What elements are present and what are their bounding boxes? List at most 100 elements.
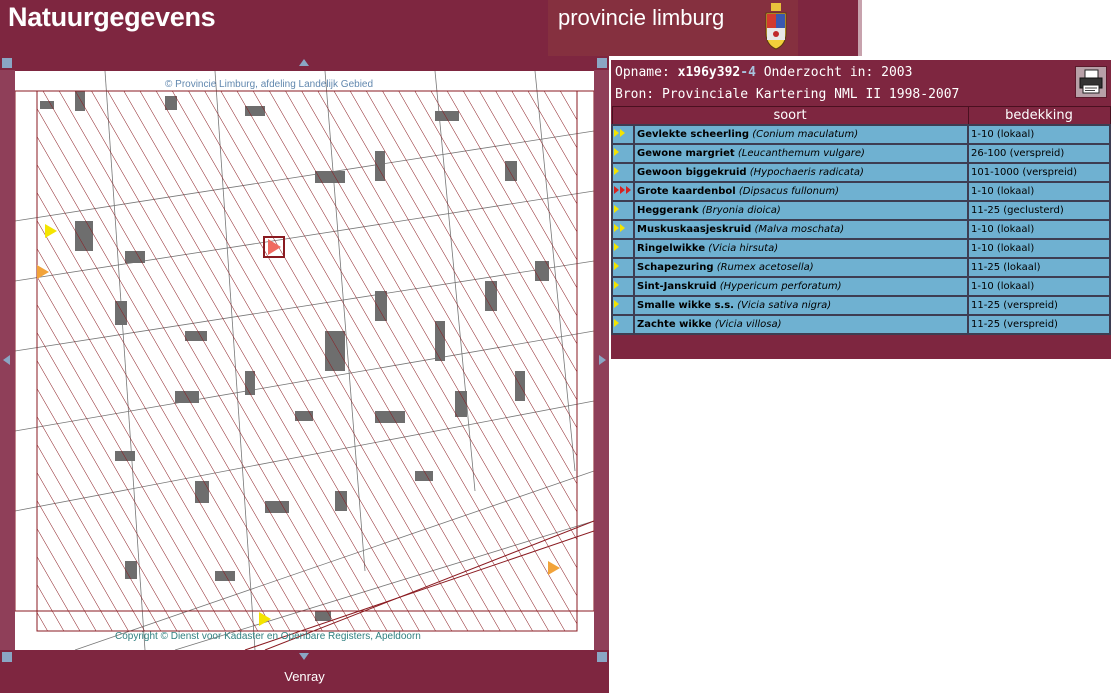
map-top-bar	[0, 56, 609, 70]
coverage-cell: 11-25 (geclusterd)	[967, 200, 1111, 221]
rarity-arrow-icon	[613, 223, 625, 235]
rarity-marker	[611, 181, 635, 202]
rarity-arrow-icon	[613, 204, 619, 216]
table-row[interactable]: Muskuskaasjeskruid (Malva moschata) 1-10 …	[611, 219, 1111, 240]
print-button[interactable]	[1075, 66, 1107, 98]
species-name-cell: Zachte wikke (Vicia villosa)	[633, 314, 969, 335]
species-name-cell: Gewoon biggekruid (Hypochaeris radicata)	[633, 162, 969, 183]
pan-up-icon[interactable]	[299, 59, 309, 66]
species-common-name: Grote kaardenbol	[637, 186, 736, 197]
onderzocht-year: 2003	[881, 65, 913, 80]
species-common-name: Gevlekte scheerling	[637, 129, 750, 140]
species-common-name: Heggerank	[637, 205, 699, 216]
rarity-arrow-icon	[613, 166, 619, 178]
rarity-marker	[611, 143, 635, 164]
species-name-cell: Ringelwikke (Vicia hirsuta)	[633, 238, 969, 259]
zoom-corner-icon[interactable]	[2, 652, 12, 662]
rarity-arrow-icon	[613, 318, 619, 330]
rarity-arrow-icon	[613, 261, 619, 273]
pan-right-icon[interactable]	[599, 355, 606, 365]
species-table-body: Gevlekte scheerling (Conium maculatum) 1-…	[611, 124, 1111, 335]
species-latin-name: (Leucanthemum vulgare)	[737, 148, 865, 159]
species-common-name: Zachte wikke	[637, 319, 712, 330]
province-name: provincie limburg	[558, 5, 725, 30]
map-right-bar	[594, 70, 609, 650]
species-common-name: Gewone margriet	[637, 148, 735, 159]
table-row[interactable]: Schapezuring (Rumex acetosella) 11-25 (lo…	[611, 257, 1111, 278]
column-header-soort[interactable]: soort	[611, 106, 969, 126]
coverage-cell: 1-10 (lokaal)	[967, 219, 1111, 240]
table-row[interactable]: Gewone margriet (Leucanthemum vulgare) 26…	[611, 143, 1111, 164]
record-header: Opname: x196y392-4 Onderzocht in: 2003	[615, 65, 912, 80]
rarity-marker	[611, 238, 635, 259]
table-row[interactable]: Gevlekte scheerling (Conium maculatum) 1-…	[611, 124, 1111, 145]
rarity-arrow-icon	[613, 242, 619, 254]
zoom-corner-icon[interactable]	[2, 58, 12, 68]
pan-left-icon[interactable]	[3, 355, 10, 365]
column-header-bedekking[interactable]: bedekking	[967, 106, 1111, 126]
province-crest-icon	[765, 3, 787, 50]
species-name-cell: Gewone margriet (Leucanthemum vulgare)	[633, 143, 969, 164]
species-common-name: Smalle wikke s.s.	[637, 300, 734, 311]
species-name-cell: Heggerank (Bryonia dioica)	[633, 200, 969, 221]
species-latin-name: (Rumex acetosella)	[716, 262, 814, 273]
table-row[interactable]: Smalle wikke s.s. (Vicia sativa nigra) 11…	[611, 295, 1111, 316]
species-latin-name: (Malva moschata)	[754, 224, 845, 235]
coverage-cell: 101-1000 (verspreid)	[967, 162, 1111, 183]
coverage-cell: 26-100 (verspreid)	[967, 143, 1111, 164]
coverage-cell: 11-25 (lokaal)	[967, 257, 1111, 278]
province-banner: provincie limburg	[548, 0, 798, 56]
rarity-marker	[611, 200, 635, 221]
coverage-cell: 1-10 (lokaal)	[967, 181, 1111, 202]
species-latin-name: (Vicia villosa)	[714, 319, 782, 330]
coverage-cell: 11-25 (verspreid)	[967, 314, 1111, 335]
map-footer: Venray	[0, 664, 609, 693]
map-left-bar	[0, 70, 15, 650]
table-row[interactable]: Gewoon biggekruid (Hypochaeris radicata)…	[611, 162, 1111, 183]
pan-down-icon[interactable]	[299, 653, 309, 660]
opname-suffix: -4	[740, 65, 756, 80]
species-name-cell: Muskuskaasjeskruid (Malva moschata)	[633, 219, 969, 240]
zoom-corner-icon[interactable]	[597, 652, 607, 662]
rarity-marker	[611, 219, 635, 240]
species-name-cell: Smalle wikke s.s. (Vicia sativa nigra)	[633, 295, 969, 316]
coverage-cell: 1-10 (lokaal)	[967, 276, 1111, 297]
rarity-arrow-icon	[613, 128, 625, 140]
species-common-name: Sint-Janskruid	[637, 281, 717, 292]
table-header-row: soort bedekking	[611, 106, 1111, 126]
page-header: Natuurgegevens provincie limburg	[0, 0, 858, 56]
table-row[interactable]: Ringelwikke (Vicia hirsuta) 1-10 (lokaal)	[611, 238, 1111, 259]
species-name-cell: Sint-Janskruid (Hypericum perforatum)	[633, 276, 969, 297]
table-row[interactable]: Grote kaardenbol (Dipsacus fullonum) 1-10…	[611, 181, 1111, 202]
map-frame: © Provincie Limburg, afdeling Landelijk …	[0, 56, 609, 693]
table-row[interactable]: Heggerank (Bryonia dioica) 11-25 (geclust…	[611, 200, 1111, 221]
opname-code: x196y392	[677, 65, 741, 80]
page-title: Natuurgegevens	[8, 2, 216, 32]
opname-label: Opname:	[615, 65, 670, 80]
rarity-marker	[611, 276, 635, 297]
species-name-cell: Schapezuring (Rumex acetosella)	[633, 257, 969, 278]
species-name-cell: Grote kaardenbol (Dipsacus fullonum)	[633, 181, 969, 202]
species-latin-name: (Hypericum perforatum)	[719, 281, 842, 292]
table-row[interactable]: Sint-Janskruid (Hypericum perforatum) 1-1…	[611, 276, 1111, 297]
rarity-arrow-icon	[613, 185, 631, 197]
species-latin-name: (Bryonia dioica)	[701, 205, 781, 216]
place-name: Venray	[284, 669, 325, 684]
table-row[interactable]: Zachte wikke (Vicia villosa) 11-25 (versp…	[611, 314, 1111, 335]
species-common-name: Gewoon biggekruid	[637, 167, 747, 178]
species-common-name: Schapezuring	[637, 262, 714, 273]
zoom-corner-icon[interactable]	[597, 58, 607, 68]
cadastral-map[interactable]	[15, 71, 594, 650]
rarity-marker	[611, 162, 635, 183]
rarity-marker	[611, 124, 635, 145]
map-canvas[interactable]: © Provincie Limburg, afdeling Landelijk …	[15, 71, 594, 650]
coverage-cell: 11-25 (verspreid)	[967, 295, 1111, 316]
species-latin-name: (Hypochaeris radicata)	[749, 167, 864, 178]
species-latin-name: (Dipsacus fullonum)	[738, 186, 839, 197]
rarity-arrow-icon	[613, 299, 619, 311]
rarity-marker	[611, 295, 635, 316]
printer-icon	[1079, 69, 1103, 94]
species-name-cell: Gevlekte scheerling (Conium maculatum)	[633, 124, 969, 145]
species-latin-name: (Conium maculatum)	[752, 129, 859, 140]
onderzocht-label: Onderzocht in:	[763, 65, 874, 80]
